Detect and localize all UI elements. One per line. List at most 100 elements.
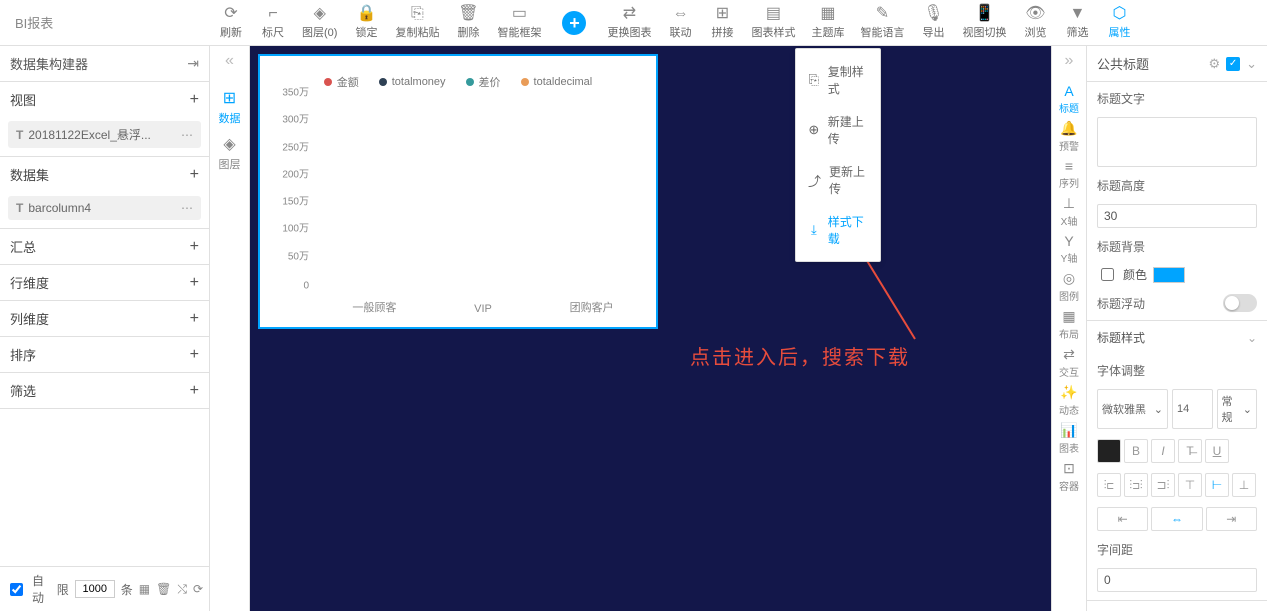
more-icon[interactable]: ⋯: [181, 128, 193, 142]
grid-icon[interactable]: ▦: [139, 582, 150, 596]
font-weight-select[interactable]: 常规⌄: [1217, 389, 1258, 429]
toolbar-锁定[interactable]: 🔒锁定: [345, 0, 387, 45]
toolbar-label: 筛选: [1066, 24, 1088, 40]
rail-标题[interactable]: A标题: [1059, 83, 1079, 115]
rail-Y轴[interactable]: YY轴: [1059, 233, 1079, 265]
spacing-right-button[interactable]: ⇥: [1206, 507, 1257, 531]
legend-item[interactable]: 金额: [324, 74, 359, 90]
letter-spacing-input[interactable]: [1097, 568, 1257, 592]
menu-新建上传[interactable]: ⊕新建上传: [796, 105, 880, 155]
color-swatch[interactable]: [1153, 267, 1185, 283]
section-排序[interactable]: 排序+: [0, 337, 209, 372]
dataset-section-head[interactable]: 数据集 +: [0, 157, 209, 192]
menu-label: 复制样式: [828, 63, 868, 97]
toolbar-智能框架[interactable]: ▭智能框架: [489, 0, 549, 45]
font-size-select[interactable]: 14: [1172, 389, 1213, 429]
style-accordion[interactable]: 标题样式 ⌄: [1087, 320, 1267, 354]
toolbar-刷新[interactable]: ⟳刷新: [210, 0, 252, 45]
float-toggle[interactable]: [1223, 294, 1257, 312]
spacing-center-button[interactable]: ⇔: [1151, 507, 1202, 531]
limit-input[interactable]: [75, 580, 115, 598]
plus-icon[interactable]: +: [190, 346, 199, 364]
shuffle-icon[interactable]: ⤭: [177, 582, 187, 597]
underline-button[interactable]: U: [1205, 439, 1229, 463]
bold-button[interactable]: B: [1124, 439, 1148, 463]
font-color-picker[interactable]: [1097, 439, 1121, 463]
rail-容器[interactable]: ⊡容器: [1059, 460, 1079, 493]
section-汇总[interactable]: 汇总+: [0, 229, 209, 264]
menu-样式下载[interactable]: ⤓样式下载: [796, 205, 880, 255]
checkbox-on[interactable]: ✓: [1226, 57, 1240, 71]
toolbar-标尺[interactable]: ⌐标尺: [252, 0, 294, 45]
toolbar-图层(0)[interactable]: ◈图层(0): [294, 0, 345, 45]
toolbar-拼接[interactable]: ⊞拼接: [701, 0, 743, 45]
plus-icon[interactable]: +: [190, 382, 199, 400]
rail-图层[interactable]: ◈图层: [219, 134, 241, 172]
spacing-left-button[interactable]: ⇤: [1097, 507, 1148, 531]
rail-动态[interactable]: ✨动态: [1059, 384, 1079, 417]
toolbar-复制粘贴[interactable]: ⎘复制粘贴: [387, 0, 447, 45]
legend-item[interactable]: totalmoney: [379, 74, 446, 90]
section-行维度[interactable]: 行维度+: [0, 265, 209, 300]
plus-icon[interactable]: +: [190, 238, 199, 256]
plus-icon[interactable]: +: [190, 166, 199, 184]
auto-checkbox[interactable]: [10, 583, 23, 596]
toolbar-更换图表[interactable]: ⇄更换图表: [599, 0, 659, 45]
dataset-item[interactable]: Tbarcolumn4 ⋯: [8, 196, 201, 220]
toolbar-智能语言[interactable]: ✎智能语言: [852, 0, 912, 45]
section-筛选[interactable]: 筛选+: [0, 373, 209, 408]
rail-序列[interactable]: ≡序列: [1059, 158, 1079, 190]
rail-布局[interactable]: ▦布局: [1059, 308, 1079, 341]
align-bottom-button[interactable]: ⊥: [1232, 473, 1256, 497]
chevron-right-icon[interactable]: »: [1065, 52, 1074, 70]
plus-icon[interactable]: +: [190, 91, 199, 109]
title-height-input[interactable]: [1097, 204, 1257, 228]
view-section-head[interactable]: 视图 +: [0, 82, 209, 117]
title-text-input[interactable]: [1097, 117, 1257, 167]
canvas[interactable]: 金额totalmoney差价totaldecimal 050万100万150万2…: [250, 46, 1051, 611]
legend-item[interactable]: totaldecimal: [521, 74, 593, 90]
menu-复制样式[interactable]: ⎘复制样式: [796, 55, 880, 105]
toolbar-主题库[interactable]: ▦主题库: [803, 0, 852, 45]
menu-icon: ⤓: [808, 222, 820, 238]
rail-图例[interactable]: ◎图例: [1059, 270, 1079, 303]
plus-icon[interactable]: +: [190, 310, 199, 328]
rail-X轴[interactable]: ⊥X轴: [1059, 195, 1079, 228]
toolbar-删除[interactable]: 🗑删除: [447, 0, 489, 45]
section-列维度[interactable]: 列维度+: [0, 301, 209, 336]
toolbar-图表样式[interactable]: ▤图表样式: [743, 0, 803, 45]
menu-更新上传[interactable]: ⤴更新上传: [796, 155, 880, 205]
font-family-select[interactable]: 微软雅黑⌄: [1097, 389, 1168, 429]
rail-数据[interactable]: ⊞数据: [219, 88, 241, 126]
toolbar-浏览[interactable]: 👁浏览: [1014, 0, 1056, 45]
trash-icon[interactable]: 🗑: [156, 582, 171, 596]
align-middle-v-button[interactable]: ⊢: [1205, 473, 1229, 497]
rail-预警[interactable]: 🔔预警: [1059, 120, 1079, 153]
italic-button[interactable]: I: [1151, 439, 1175, 463]
refresh-icon[interactable]: ⟳: [193, 582, 203, 596]
link-accordion[interactable]: 标题链接 ⌄: [1087, 600, 1267, 611]
gear-icon[interactable]: ⚙: [1208, 56, 1220, 72]
toolbar-导出[interactable]: 🎙导出: [912, 0, 954, 45]
align-left-button[interactable]: ⫶⊏: [1097, 473, 1121, 497]
align-top-button[interactable]: ⊤: [1178, 473, 1202, 497]
toolbar-筛选[interactable]: ▼筛选: [1056, 0, 1098, 45]
strikethrough-button[interactable]: T̶: [1178, 439, 1202, 463]
chart-widget[interactable]: 金额totalmoney差价totaldecimal 050万100万150万2…: [258, 54, 658, 329]
rail-图表[interactable]: 📊图表: [1059, 422, 1079, 455]
toolbar-视图切换[interactable]: 📱视图切换: [954, 0, 1014, 45]
align-center-h-button[interactable]: ⫶⊐⫶: [1124, 473, 1148, 497]
toolbar-联动[interactable]: ⇔联动: [659, 0, 701, 45]
color-checkbox[interactable]: [1101, 268, 1114, 281]
plus-icon[interactable]: +: [190, 274, 199, 292]
rail-交互[interactable]: ⇄交互: [1059, 346, 1079, 379]
legend-item[interactable]: 差价: [466, 74, 501, 90]
more-icon[interactable]: ⋯: [181, 201, 193, 215]
toolbar-add[interactable]: +: [549, 0, 599, 45]
chevron-left-icon[interactable]: «: [225, 52, 234, 70]
builder-collapse-icon[interactable]: ⇥: [187, 55, 199, 72]
view-item[interactable]: T20181122Excel_悬浮... ⋯: [8, 121, 201, 148]
toolbar-属性[interactable]: ⬡属性: [1098, 0, 1140, 45]
align-right-button[interactable]: ⊐⫶: [1151, 473, 1175, 497]
chevron-down-icon[interactable]: ⌄: [1246, 56, 1257, 72]
